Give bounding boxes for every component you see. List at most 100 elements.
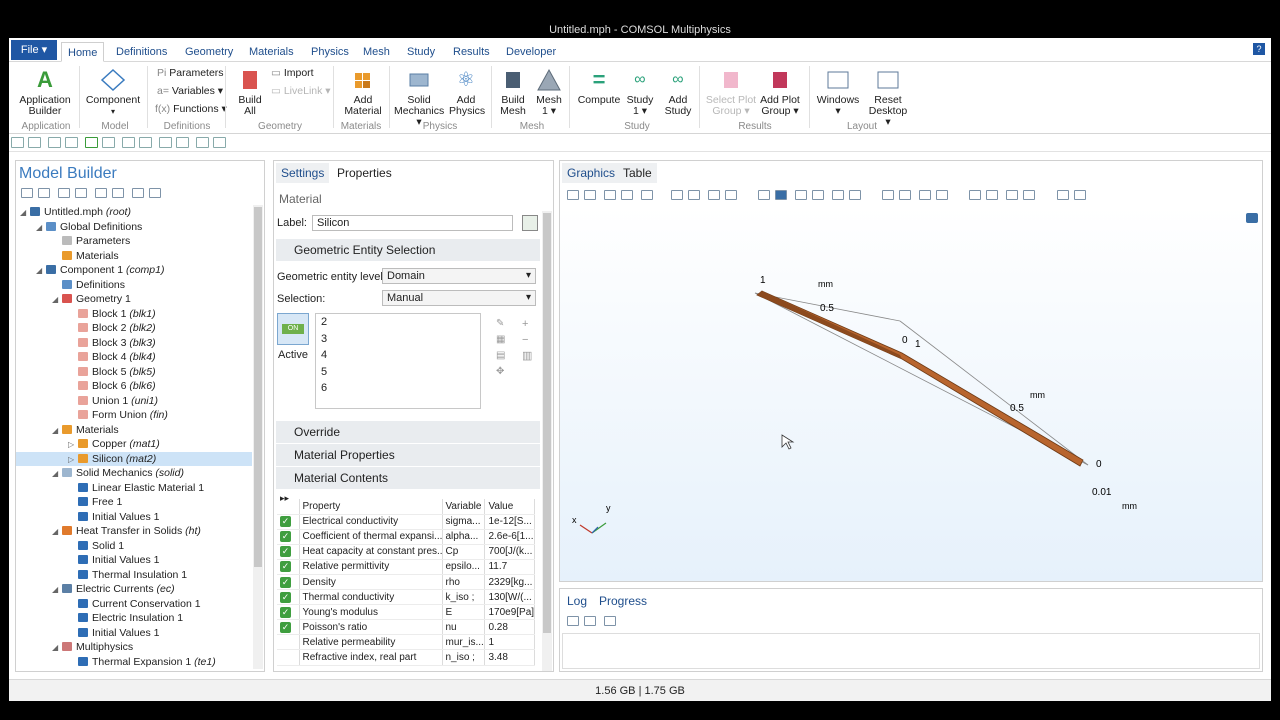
add-plot-group-button[interactable]: Add Plot Group ▾: [757, 68, 803, 117]
variables-button[interactable]: a= Variables ▾: [157, 84, 223, 98]
tab-home[interactable]: Home: [61, 42, 105, 62]
add-physics-button[interactable]: ⚛ Add Physics: [449, 68, 485, 117]
tree-item[interactable]: Materials: [16, 249, 252, 264]
variable-header[interactable]: Variable: [442, 499, 486, 515]
variable-cell[interactable]: Cp: [442, 544, 486, 560]
tab-physics[interactable]: Physics: [305, 42, 355, 62]
property-cell[interactable]: Electrical conductivity: [299, 514, 443, 530]
select-icon[interactable]: [811, 190, 824, 201]
collapse-icon[interactable]: [111, 188, 124, 199]
zoom-extents-icon[interactable]: [620, 190, 633, 201]
table-row[interactable]: ✓ Density rho 2329[kg...: [277, 574, 536, 591]
value-cell[interactable]: 130[W/(...: [484, 589, 536, 606]
tree-item[interactable]: Thermal Expansion 1 (te1): [16, 655, 252, 670]
render-icon[interactable]: [757, 190, 770, 201]
expanded-icon[interactable]: ◢: [52, 293, 62, 308]
hide-icon[interactable]: [882, 190, 895, 201]
log-filter-icon[interactable]: [583, 616, 596, 627]
row-check-cell[interactable]: [277, 649, 300, 666]
variable-cell[interactable]: nu: [442, 619, 486, 636]
tree-item[interactable]: Electric Insulation 1: [16, 611, 252, 626]
value-header[interactable]: Value: [484, 499, 536, 515]
tree-item[interactable]: Solid 1: [16, 539, 252, 554]
value-cell[interactable]: 0.28: [484, 619, 536, 636]
expanded-icon[interactable]: ◢: [52, 641, 62, 656]
forward-icon[interactable]: [37, 188, 50, 199]
tree-item[interactable]: Block 6 (blk6): [16, 379, 252, 394]
variable-cell[interactable]: rho: [442, 574, 486, 591]
tree-item[interactable]: Form Union (fin): [16, 408, 252, 423]
property-cell[interactable]: Density: [299, 574, 443, 591]
tree-item[interactable]: Initial Values 1: [16, 626, 252, 641]
back-icon[interactable]: [20, 188, 33, 199]
selection-item[interactable]: 3: [321, 333, 475, 350]
refresh-icon[interactable]: [1023, 190, 1036, 201]
property-cell[interactable]: Relative permittivity: [299, 559, 443, 575]
save-as-icon[interactable]: [65, 137, 79, 148]
tree-item[interactable]: Union 1 (uni1): [16, 394, 252, 409]
selection-add-remove[interactable]: + − ▥: [522, 316, 534, 364]
zoom-out-icon[interactable]: [583, 190, 596, 201]
move-up-icon[interactable]: [57, 188, 70, 199]
view-direction-icon[interactable]: [670, 190, 683, 201]
expanded-icon[interactable]: ◢: [52, 467, 62, 482]
duplicate-icon[interactable]: [159, 137, 173, 148]
tab-graphics[interactable]: Graphics: [562, 163, 621, 183]
run-icon[interactable]: [85, 137, 99, 148]
table-row[interactable]: Relative permeability mur_is... 1: [277, 634, 536, 651]
tree-item[interactable]: Initial Values 1: [16, 553, 252, 568]
wireframe-icon[interactable]: [774, 190, 787, 201]
tab-progress[interactable]: Progress: [594, 591, 652, 611]
paste-icon[interactable]: [176, 137, 190, 148]
mesh1-button[interactable]: Mesh 1 ▾: [535, 68, 563, 117]
functions-button[interactable]: f(x) Functions ▾: [155, 102, 227, 116]
value-cell[interactable]: 170e9[Pa]: [484, 604, 536, 621]
tree-item[interactable]: Parameters: [16, 234, 252, 249]
add-study-button[interactable]: ∞ Add Study: [663, 68, 693, 117]
tree-item[interactable]: ◢ Multiphysics: [16, 640, 252, 655]
livelink-button[interactable]: ▭ LiveLink ▾: [271, 84, 331, 98]
transparency-icon[interactable]: [794, 190, 807, 201]
view-icon[interactable]: [148, 188, 161, 199]
value-cell[interactable]: 1: [484, 634, 536, 651]
variable-cell[interactable]: alpha...: [442, 529, 486, 545]
selection-item[interactable]: 2: [321, 316, 475, 333]
view-xy-icon[interactable]: [687, 190, 700, 201]
property-cell[interactable]: Young's modulus: [299, 604, 443, 621]
property-cell[interactable]: Thermal conductivity: [299, 589, 443, 606]
select-plot-group-button[interactable]: Select Plot Group ▾: [705, 68, 757, 117]
variable-cell[interactable]: epsilo...: [442, 559, 486, 575]
build-all-button[interactable]: Build All: [233, 68, 267, 117]
table-row[interactable]: ✓ Poisson's ratio nu 0.28: [277, 619, 536, 636]
copy-icon[interactable]: [139, 137, 153, 148]
add-material-button[interactable]: Add Material: [343, 68, 383, 117]
tree-item[interactable]: ▷ Silicon (mat2): [16, 451, 252, 466]
tree-item[interactable]: ◢ Global Definitions: [16, 220, 252, 235]
tree-item[interactable]: ◢ Electric Currents (ec): [16, 582, 252, 597]
new-icon[interactable]: [11, 137, 24, 148]
expanded-icon[interactable]: ◢: [52, 525, 62, 540]
redo-icon[interactable]: [122, 137, 136, 148]
geometric-entity-selection-header[interactable]: Geometric Entity Selection: [276, 239, 540, 261]
check-icon[interactable]: ✓: [280, 606, 291, 618]
material-properties-header[interactable]: Material Properties: [276, 444, 540, 466]
compute-button[interactable]: = Compute: [577, 68, 621, 106]
table-row[interactable]: Refractive index, real part n_iso ; 3.48: [277, 649, 536, 666]
settings-scrollbar[interactable]: [542, 211, 552, 671]
variable-cell[interactable]: sigma...: [442, 514, 486, 530]
tab-log[interactable]: Log: [562, 591, 593, 611]
table-row[interactable]: ✓ Thermal conductivity k_iso ; 130[W/(...: [277, 589, 536, 606]
value-cell[interactable]: 2.6e-6[1...: [484, 529, 536, 545]
camera-icon[interactable]: [899, 190, 912, 201]
variable-cell[interactable]: E: [442, 604, 486, 621]
solid-mechanics-button[interactable]: Solid Mechanics ▾: [393, 68, 445, 128]
tree-item[interactable]: ◢ Materials: [16, 423, 252, 438]
application-builder-button[interactable]: A Application Builder: [17, 68, 73, 117]
tree-item[interactable]: Block 5 (blk5): [16, 365, 252, 380]
tree-item[interactable]: Block 1 (blk1): [16, 307, 252, 322]
row-check-cell[interactable]: ✓: [277, 529, 300, 545]
expanded-icon[interactable]: ◢: [52, 424, 62, 439]
axis-icon[interactable]: [986, 190, 999, 201]
zoom-in-icon[interactable]: [566, 190, 579, 201]
expand-icon[interactable]: [131, 188, 144, 199]
